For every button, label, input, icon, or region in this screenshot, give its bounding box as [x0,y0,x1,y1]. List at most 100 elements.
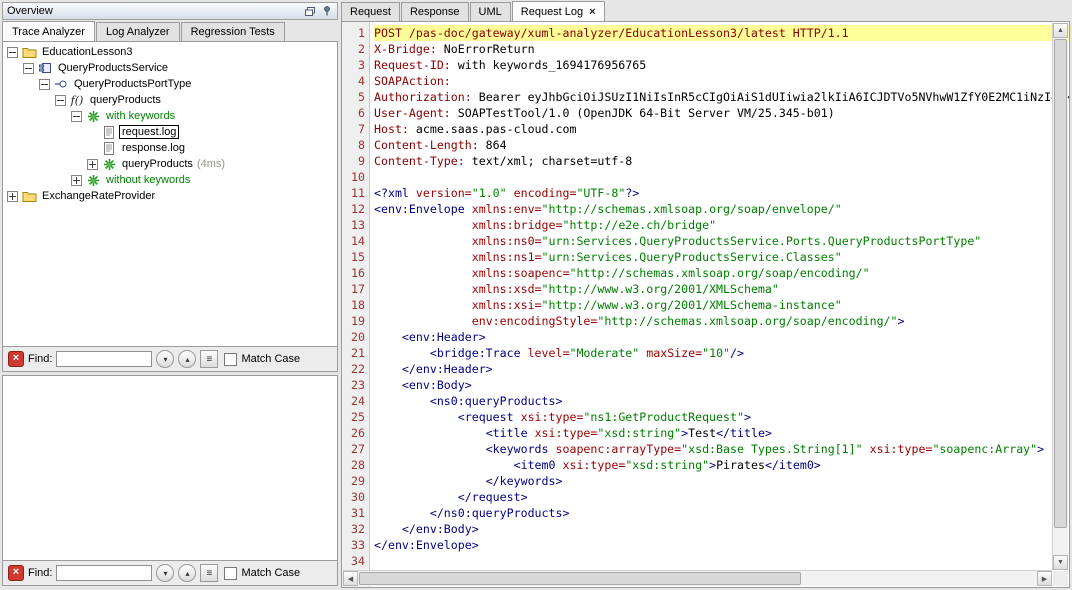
folder-icon [21,189,37,203]
highlight-all-icon[interactable]: ≡ [200,350,218,368]
code-line: </keywords> [374,473,1069,489]
code-line: <env:Header> [374,329,1069,345]
tree: EducationLesson3 QueryProductsService Quer… [3,44,337,204]
tree-item-queryproductsporttype[interactable]: QueryProductsPortType [3,76,337,92]
overview-titlebar: Overview [2,2,338,20]
find-prev-icon[interactable]: ▴ [178,564,196,582]
tree-item-queryproductsservice[interactable]: QueryProductsService [3,60,337,76]
code-line: <request xsi:type="ns1:GetProductRequest… [374,409,1069,425]
find-prev-icon[interactable]: ▴ [178,350,196,368]
tree-item-label: without keywords [104,174,192,186]
line-number: 28 [342,457,365,473]
tree-item-label: response.log [120,142,187,154]
collapse-icon[interactable] [23,63,34,74]
find-next-icon[interactable]: ▾ [156,564,174,582]
tab-log-analyzer[interactable]: Log Analyzer [96,22,180,41]
horizontal-scrollbar[interactable]: ◀ ▶ [343,570,1052,586]
tree-item-response-log[interactable]: response.log [3,140,337,156]
code-editor[interactable]: POST /pas-doc/gateway/xuml-analyzer/Educ… [370,22,1069,587]
tree-item-queryproducts[interactable]: queryProducts(4ms) [3,156,337,172]
find-input[interactable] [56,351,152,367]
pin-panel-icon[interactable] [321,6,333,17]
collapse-icon[interactable] [71,111,82,122]
code-line: </env:Envelope> [374,537,1069,553]
code-line: X-Bridge: NoErrorReturn [374,41,1069,57]
line-number: 16 [342,265,365,281]
tab-uml[interactable]: UML [470,2,511,21]
scroll-down-icon[interactable]: ▼ [1053,555,1068,570]
expand-icon[interactable] [71,175,82,186]
find-input[interactable] [56,565,152,581]
collapse-icon[interactable] [7,47,18,58]
line-number: 27 [342,441,365,457]
match-case-checkbox[interactable] [224,567,237,580]
folder-icon [21,45,37,59]
line-number: 17 [342,281,365,297]
float-panel-icon[interactable] [304,6,316,17]
line-number: 7 [342,121,365,137]
code-line: SOAPAction: [374,73,1069,89]
tab-trace-analyzer[interactable]: Trace Analyzer [2,21,95,41]
code-line: <env:Envelope xmlns:env="http://schemas.… [374,201,1069,217]
tree-item-queryproducts[interactable]: f()queryProducts [3,92,337,108]
match-case-option[interactable]: Match Case [224,353,300,366]
vertical-scroll-thumb[interactable] [1054,39,1067,528]
tree-item-request-log[interactable]: request.log [3,124,337,140]
code-line: </env:Body> [374,521,1069,537]
testcase-icon [85,173,101,187]
match-case-option[interactable]: Match Case [224,567,300,580]
tab-response[interactable]: Response [401,2,469,21]
code-line: Host: acme.saas.pas-cloud.com [374,121,1069,137]
tree-item-label: QueryProductsService [56,62,170,74]
results-panel[interactable] [2,375,338,561]
find-next-icon[interactable]: ▾ [156,350,174,368]
code-line: </env:Header> [374,361,1069,377]
line-number: 12 [342,201,365,217]
porttype-icon [53,77,69,91]
scroll-left-icon[interactable]: ◀ [343,571,358,586]
line-number: 31 [342,505,365,521]
close-tab-icon[interactable]: × [589,7,595,17]
tree-item-educationlesson3[interactable]: EducationLesson3 [3,44,337,60]
tab-label: Response [410,6,460,18]
line-number: 5 [342,89,365,105]
code-line: <?xml version="1.0" encoding="UTF-8"?> [374,185,1069,201]
trace-tree-panel[interactable]: EducationLesson3 QueryProductsService Quer… [2,41,338,347]
horizontal-scroll-thumb[interactable] [359,572,801,585]
code-line: <title xsi:type="xsd:string">Test</title… [374,425,1069,441]
collapse-icon[interactable] [55,95,66,106]
vertical-scrollbar[interactable]: ▲ ▼ [1052,23,1068,570]
analyzer-window: Overview Trace AnalyzerLog AnalyzerRegre… [0,0,1072,590]
code-line: xmlns:ns1="urn:Services.QueryProductsSer… [374,249,1069,265]
match-case-checkbox[interactable] [224,353,237,366]
left-tab-row: Trace AnalyzerLog AnalyzerRegression Tes… [2,21,338,41]
tab-request-log[interactable]: Request Log× [512,1,605,21]
find-label: Find: [28,567,52,579]
close-find-icon[interactable]: × [8,351,24,367]
line-number: 19 [342,313,365,329]
code-line: POST /pas-doc/gateway/xuml-analyzer/Educ… [374,25,1069,41]
code-line: xmlns:xsd="http://www.w3.org/2001/XMLSch… [374,281,1069,297]
code-line: User-Agent: SOAPTestTool/1.0 (OpenJDK 64… [374,105,1069,121]
tree-item-label: ExchangeRateProvider [40,190,157,202]
line-number: 25 [342,409,365,425]
tree-item-with-keywords[interactable]: with keywords [3,108,337,124]
code-line: xmlns:ns0="urn:Services.QueryProductsSer… [374,233,1069,249]
close-find-icon[interactable]: × [8,565,24,581]
overview-panel: Overview Trace AnalyzerLog AnalyzerRegre… [2,2,338,588]
line-number: 34 [342,553,365,569]
scroll-right-icon[interactable]: ▶ [1037,571,1052,586]
tree-item-exchangerateprovider[interactable]: ExchangeRateProvider [3,188,337,204]
highlight-all-icon[interactable]: ≡ [200,564,218,582]
expand-icon[interactable] [7,191,18,202]
line-number: 3 [342,57,365,73]
tree-item-without-keywords[interactable]: without keywords [3,172,337,188]
line-number: 21 [342,345,365,361]
tab-regression-tests[interactable]: Regression Tests [181,22,285,41]
code-viewer[interactable]: 1234567891011121314151617181920212223242… [341,21,1070,588]
collapse-icon[interactable] [39,79,50,90]
expand-icon[interactable] [87,159,98,170]
scroll-up-icon[interactable]: ▲ [1053,23,1068,38]
code-line: </request> [374,489,1069,505]
tab-request[interactable]: Request [341,2,400,21]
